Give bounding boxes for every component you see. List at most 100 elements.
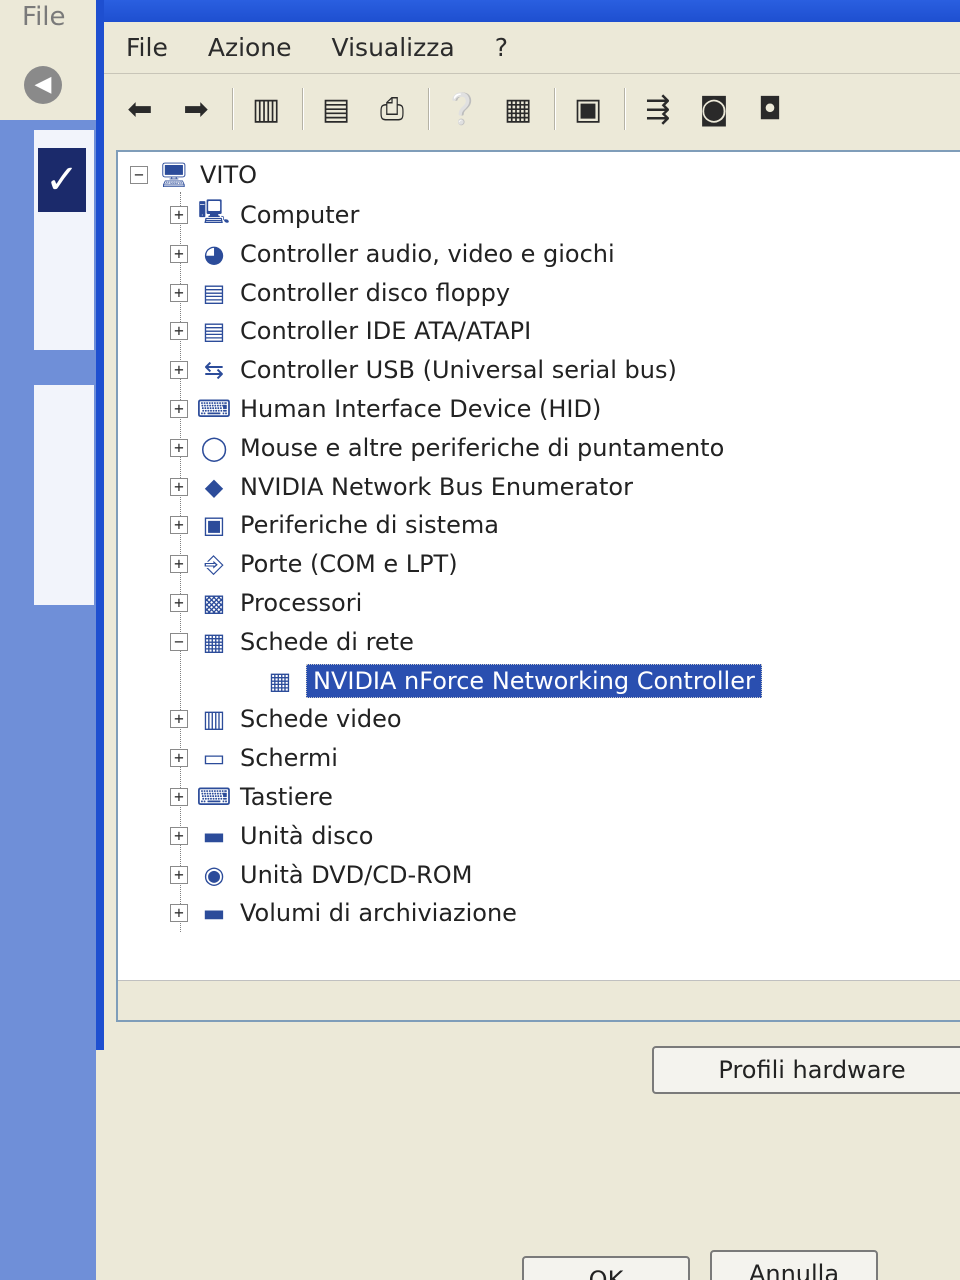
- title-bar[interactable]: [104, 0, 960, 22]
- tree-category-label: Volumi di archiviazione: [240, 899, 517, 928]
- expand-icon[interactable]: +: [170, 865, 188, 884]
- tree-category-row[interactable]: + ▤ Controller IDE ATA/ATAPI: [170, 314, 531, 348]
- menu-action[interactable]: Azione: [208, 33, 292, 62]
- expand-icon[interactable]: +: [170, 826, 188, 845]
- toolbar-separator: [232, 88, 234, 130]
- menu-view[interactable]: Visualizza: [332, 33, 455, 62]
- dialog-bottom-area: Profili hardware OK Annulla: [96, 1046, 960, 1280]
- properties-icon[interactable]: ▤: [314, 87, 358, 131]
- tree-category-row[interactable]: + ▤ Controller disco floppy: [170, 276, 510, 310]
- tree-category-row[interactable]: + ▥ Schede video: [170, 702, 402, 736]
- update-driver-icon[interactable]: ▣: [566, 87, 610, 131]
- expand-icon[interactable]: +: [170, 594, 188, 612]
- tree-category-label: Schede video: [240, 705, 402, 734]
- tree-category-label: Mouse e altre periferiche di puntamento: [240, 433, 725, 462]
- expand-icon[interactable]: +: [170, 710, 188, 729]
- tree-category-label: Processori: [240, 589, 363, 617]
- tree-category-row[interactable]: + ◯ Mouse e altre periferiche di puntament…: [170, 431, 724, 465]
- expand-icon[interactable]: +: [170, 400, 188, 418]
- device-tree[interactable]: − 🖥 VITO + 🖳 Computer + ◕ Controller audio, v…: [116, 150, 960, 1022]
- help-icon[interactable]: ❔: [440, 87, 484, 131]
- expand-icon[interactable]: +: [170, 438, 188, 457]
- expand-icon[interactable]: +: [170, 904, 188, 923]
- tree-root[interactable]: − 🖥 VITO: [130, 158, 257, 192]
- tree-category-row[interactable]: + ⎆ Porte (COM e LPT): [170, 547, 458, 581]
- tree-category-label: Controller audio, video e giochi: [240, 239, 615, 268]
- back-arrow-icon[interactable]: ⬅: [118, 87, 162, 131]
- monitor-icon: ▭: [202, 744, 226, 773]
- expand-icon[interactable]: +: [170, 361, 188, 380]
- expand-icon[interactable]: +: [170, 477, 188, 496]
- device-manager-window: File Azione Visualizza ? ⬅ ➡ ▥ ▤ ⎙ ❔ ▦ ▣…: [96, 0, 960, 1050]
- expand-icon[interactable]: +: [170, 788, 188, 806]
- network-card-icon: ▦: [268, 666, 292, 695]
- tree-root-label: VITO: [200, 161, 258, 189]
- menu-help[interactable]: ?: [495, 33, 508, 62]
- tree-category-label: Unità disco: [240, 821, 374, 850]
- network-bus-icon: ◆: [204, 472, 224, 501]
- tree-category-row[interactable]: + ▩ Processori: [170, 586, 362, 620]
- expand-icon[interactable]: +: [170, 516, 188, 535]
- network-adapter-icon: ▦: [202, 627, 226, 656]
- expand-icon[interactable]: +: [170, 322, 188, 341]
- tree-category-row[interactable]: + ▭ Schermi: [170, 741, 338, 775]
- ide-controller-icon: ▤: [202, 317, 226, 346]
- collapse-icon[interactable]: −: [130, 166, 148, 184]
- tree-category-row[interactable]: + ▬ Unità disco: [170, 819, 373, 853]
- collapse-icon[interactable]: −: [170, 632, 188, 651]
- tree-category-row[interactable]: + ⌨ Human Interface Device (HID): [170, 392, 601, 426]
- scan-hardware-icon[interactable]: ⇶: [636, 87, 680, 131]
- cancel-button[interactable]: Annulla: [710, 1250, 878, 1280]
- tree-category-label: Tastiere: [240, 783, 333, 811]
- toolbar-separator: [428, 88, 430, 130]
- hid-icon: ⌨: [196, 395, 232, 423]
- tree-category-row[interactable]: + ▬ Volumi di archiviazione: [170, 896, 517, 930]
- computer-root-icon: 🖥: [158, 161, 190, 189]
- tree-category-row[interactable]: + ⇆ Controller USB (Universal serial bus): [170, 353, 677, 387]
- audio-icon: ◕: [203, 239, 225, 268]
- expand-icon[interactable]: +: [170, 749, 188, 768]
- tree-category-label: Schede di rete: [240, 627, 414, 656]
- disable-device-icon[interactable]: ◙: [692, 87, 736, 131]
- expand-icon[interactable]: +: [170, 244, 188, 263]
- dvd-drive-icon: ◉: [203, 860, 225, 889]
- forward-arrow-icon[interactable]: ➡: [174, 87, 218, 131]
- expand-icon[interactable]: +: [170, 555, 188, 574]
- bg-menu-file[interactable]: File: [22, 2, 66, 32]
- horizontal-scrollbar[interactable]: [118, 980, 960, 1020]
- toolbar-separator: [302, 88, 304, 130]
- menu-file[interactable]: File: [126, 33, 168, 62]
- disk-drive-icon: ▬: [202, 821, 226, 850]
- toolbar-separator: [554, 88, 556, 130]
- storage-volume-icon: ▬: [202, 899, 226, 928]
- background-window: File ◀ ✓: [0, 0, 110, 1280]
- tree-category-row[interactable]: + ◉ Unità DVD/CD-ROM: [170, 858, 472, 892]
- tree-category-row[interactable]: + ⌨ Tastiere: [170, 780, 333, 814]
- expand-icon[interactable]: +: [170, 206, 188, 224]
- tree-category-row[interactable]: + ◆ NVIDIA Network Bus Enumerator: [170, 470, 633, 504]
- tree-category-row[interactable]: + ◕ Controller audio, video e giochi: [170, 237, 615, 271]
- print-icon[interactable]: ⎙: [370, 87, 414, 131]
- ok-button[interactable]: OK: [522, 1256, 690, 1280]
- tree-category-row[interactable]: + 🖳 Computer: [170, 198, 359, 232]
- port-icon: ⎆: [204, 550, 224, 579]
- tree-category-label: Porte (COM e LPT): [240, 550, 458, 579]
- uninstall-device-icon[interactable]: ◘: [748, 87, 792, 131]
- hardware-profiles-button[interactable]: Profili hardware: [652, 1046, 960, 1094]
- keyboard-icon: ⌨: [196, 783, 232, 811]
- tree-device-row[interactable]: ▦ NVIDIA nForce Networking Controller: [262, 663, 762, 698]
- system-device-icon: ▣: [202, 511, 226, 540]
- toolbar-separator: [624, 88, 626, 130]
- tree-category-label: Controller USB (Universal serial bus): [240, 356, 677, 385]
- menu-bar: File Azione Visualizza ?: [104, 22, 960, 74]
- console-icon[interactable]: ▦: [496, 87, 540, 131]
- expand-icon[interactable]: +: [170, 283, 188, 302]
- tree-category-label: Periferiche di sistema: [240, 511, 499, 540]
- tree-category-row[interactable]: − ▦ Schede di rete: [170, 625, 414, 659]
- bg-back-icon[interactable]: ◀: [24, 66, 62, 104]
- processor-icon: ▩: [202, 589, 226, 617]
- show-hide-tree-icon[interactable]: ▥: [244, 87, 288, 131]
- tree-category-label: Controller disco floppy: [240, 278, 511, 307]
- usb-icon: ⇆: [203, 356, 225, 385]
- tree-category-row[interactable]: + ▣ Periferiche di sistema: [170, 508, 499, 542]
